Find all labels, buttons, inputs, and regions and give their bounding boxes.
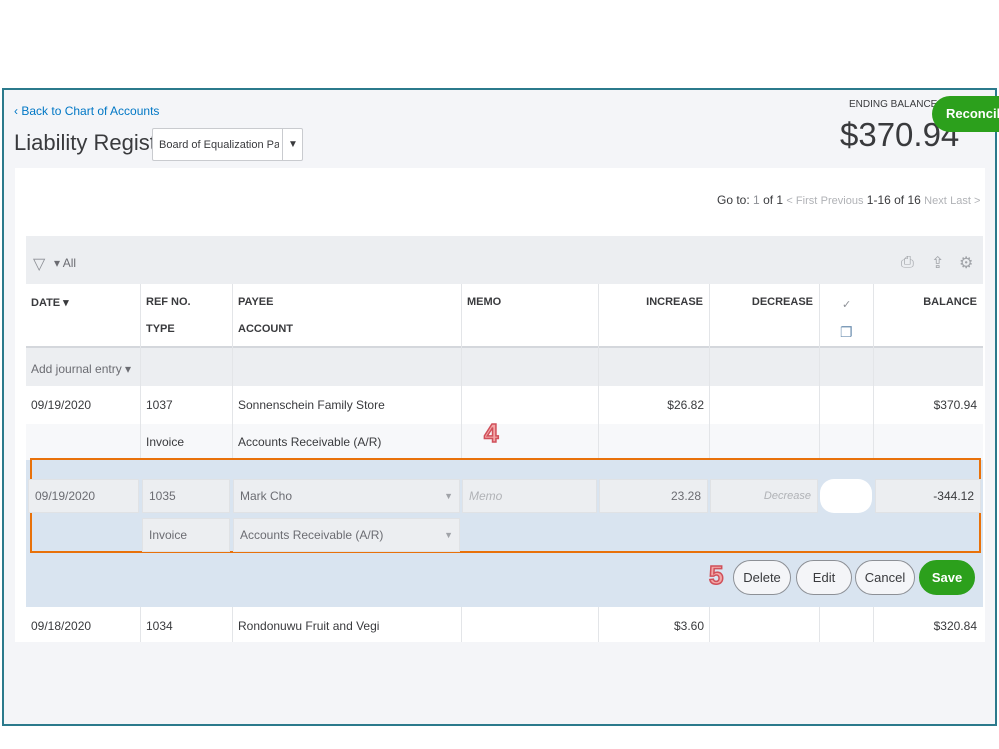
filter-dropdown[interactable]: ▾ All <box>54 256 76 270</box>
account-field[interactable]: Accounts Receivable (A/R) ▼ <box>233 518 460 552</box>
reconcile-button[interactable]: Reconcile <box>932 96 999 132</box>
payee-field[interactable]: Mark Cho ▼ <box>233 479 460 513</box>
add-journal-entry-button[interactable]: Add journal entry ▾ <box>31 362 131 376</box>
edit-button[interactable]: Edit <box>796 560 852 595</box>
chevron-down-icon: ▼ <box>282 129 303 160</box>
chevron-down-icon: ▼ <box>444 530 453 540</box>
date-field[interactable]: 09/19/2020 <box>28 479 139 513</box>
step-5-annotation: 5 <box>708 559 724 591</box>
delete-button[interactable]: Delete <box>733 560 791 595</box>
filter-icon[interactable]: ▽ <box>33 254 45 274</box>
column-reconciled: ✓ <box>842 299 852 311</box>
column-increase: INCREASE <box>646 296 703 308</box>
column-account: ACCOUNT <box>238 323 293 335</box>
ref-field[interactable]: 1035 <box>142 479 230 513</box>
next-page-link[interactable]: Next <box>924 195 947 207</box>
page-input[interactable]: 1 <box>753 193 760 207</box>
account-select[interactable]: Board of Equalization Payat ▼ <box>152 128 303 161</box>
add-journal-row <box>26 348 983 386</box>
settings-gear-icon[interactable]: ⚙ <box>959 253 973 273</box>
column-balance: BALANCE <box>923 296 977 308</box>
print-icon[interactable]: ⎙ <box>901 254 914 272</box>
step-4-annotation: 4 <box>483 417 499 449</box>
last-page-link[interactable]: Last > <box>950 195 980 207</box>
save-button[interactable]: Save <box>919 560 975 595</box>
type-field: Invoice <box>142 518 230 552</box>
decrease-field[interactable]: Decrease <box>710 479 818 513</box>
table-toolbar <box>26 236 983 284</box>
column-memo: MEMO <box>467 296 502 308</box>
chevron-down-icon: ▼ <box>444 491 453 501</box>
back-to-chart-of-accounts-link[interactable]: ‹ Back to Chart of Accounts <box>14 104 159 118</box>
pagination: Go to: 1 of 1 < First Previous 1-16 of 1… <box>717 193 981 207</box>
column-date[interactable]: DATE ▾ <box>31 296 69 309</box>
increase-field[interactable]: 23.28 <box>599 479 708 513</box>
memo-field[interactable]: Memo <box>462 479 597 513</box>
balance-field: -344.12 <box>875 479 981 513</box>
cancel-button[interactable]: Cancel <box>855 560 915 595</box>
column-type: TYPE <box>146 323 175 335</box>
column-payee: PAYEE <box>238 296 274 308</box>
previous-page-link[interactable]: Previous <box>821 195 864 207</box>
column-decrease: DECREASE <box>751 296 813 308</box>
reconcile-status-field[interactable] <box>820 479 872 513</box>
ending-balance-label: ENDING BALANCE <box>849 99 938 110</box>
export-icon[interactable]: ⇪ <box>931 253 944 273</box>
column-ref: REF NO. <box>146 296 191 308</box>
copy-icon[interactable]: ❐ <box>840 324 853 341</box>
first-page-link[interactable]: < First <box>786 195 817 207</box>
